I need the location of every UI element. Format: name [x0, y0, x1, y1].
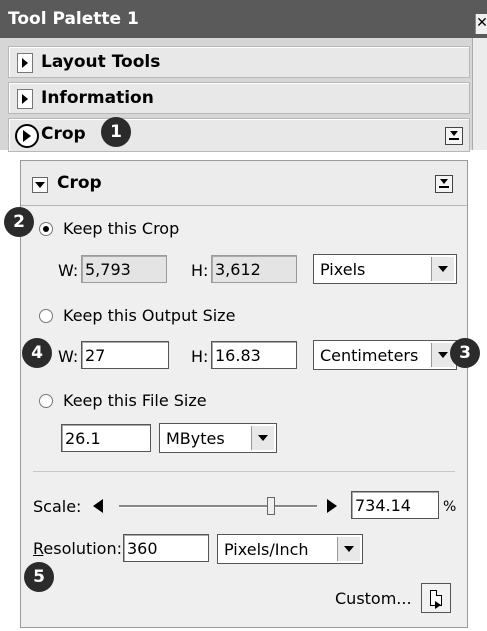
expand-triangle-icon[interactable] [17, 53, 33, 73]
panel-menu-icon[interactable] [435, 175, 453, 193]
output-height-label: H: [191, 347, 209, 366]
crop-panel-header[interactable]: Crop [21, 161, 467, 206]
crop-unit-value: Pixels [320, 260, 366, 279]
close-icon[interactable]: ✕ [475, 14, 487, 34]
palette-row-label: Layout Tools [41, 52, 161, 72]
palette-row-layout-tools[interactable]: Layout Tools [8, 46, 470, 78]
keep-output-radio[interactable] [39, 309, 53, 323]
callout-badge: 2 [4, 207, 34, 237]
keep-file-label: Keep this File Size [63, 391, 207, 410]
custom-button[interactable] [421, 583, 451, 613]
output-height-field[interactable]: 16.83 [211, 341, 297, 369]
resolution-label-rest: esolution: [43, 539, 122, 558]
callout-badge: 3 [450, 338, 480, 368]
palette-row-label: Information [41, 88, 154, 108]
palette-body: Layout Tools Information Crop [0, 38, 487, 152]
callout-badge: 4 [22, 338, 52, 368]
crop-panel-title: Crop [57, 173, 102, 193]
palette-row-information[interactable]: Information [8, 82, 470, 114]
scale-percent-suffix: % [443, 499, 457, 515]
section-divider [33, 471, 455, 472]
keep-file-radio[interactable] [39, 394, 53, 408]
palette-scrollbar[interactable] [472, 38, 487, 150]
keep-output-label: Keep this Output Size [63, 306, 236, 325]
chevron-down-icon[interactable] [337, 537, 360, 561]
keep-crop-label: Keep this Crop [63, 219, 180, 238]
resolution-field[interactable]: 360 [123, 534, 209, 562]
palette-row-crop[interactable]: Crop [8, 118, 470, 152]
scale-slider-track[interactable] [119, 505, 317, 508]
output-unit-value: Centimeters [320, 346, 419, 365]
scale-slider-thumb[interactable] [267, 497, 275, 515]
scale-decrease-icon[interactable] [93, 499, 103, 513]
scale-label: Scale: [33, 497, 82, 516]
keep-crop-radio[interactable] [39, 222, 53, 236]
custom-label[interactable]: Custom... [335, 589, 412, 608]
crop-unit-select[interactable]: Pixels [313, 254, 457, 284]
callout-badge: 5 [24, 562, 54, 592]
crop-height-field: 3,612 [211, 255, 297, 283]
output-unit-select[interactable]: Centimeters [313, 340, 457, 370]
collapse-triangle-icon[interactable] [32, 177, 48, 193]
callout-badge: 1 [101, 117, 131, 147]
palette-title: Tool Palette 1 [8, 9, 139, 29]
resolution-label: Resolution: [33, 539, 122, 558]
palette-titlebar: Tool Palette 1 ✕ [0, 0, 487, 38]
output-width-field[interactable]: 27 [81, 341, 169, 369]
arrow-right-icon [435, 601, 441, 609]
expand-triangle-icon[interactable] [15, 124, 39, 148]
file-size-field[interactable]: 26.1 [61, 424, 151, 452]
crop-width-label: W: [58, 261, 79, 280]
expand-triangle-icon[interactable] [17, 89, 33, 109]
resolution-unit-value: Pixels/Inch [224, 540, 309, 559]
panel-menu-icon[interactable] [445, 127, 463, 145]
resolution-mnemonic: R [33, 539, 44, 558]
crop-panel: Crop Keep this Crop W: 5,793 H: 3,612 Pi… [20, 160, 468, 628]
scale-field[interactable]: 734.14 [351, 491, 439, 519]
file-size-unit-value: MBytes [166, 429, 225, 448]
scale-increase-icon[interactable] [327, 499, 337, 513]
chevron-down-icon[interactable] [251, 426, 274, 450]
output-width-label: W: [58, 347, 79, 366]
resolution-unit-select[interactable]: Pixels/Inch [217, 534, 363, 564]
palette-row-label: Crop [41, 124, 86, 144]
crop-height-label: H: [191, 261, 209, 280]
crop-width-field: 5,793 [81, 255, 167, 283]
file-size-unit-select[interactable]: MBytes [159, 423, 277, 453]
chevron-down-icon[interactable] [431, 257, 454, 281]
